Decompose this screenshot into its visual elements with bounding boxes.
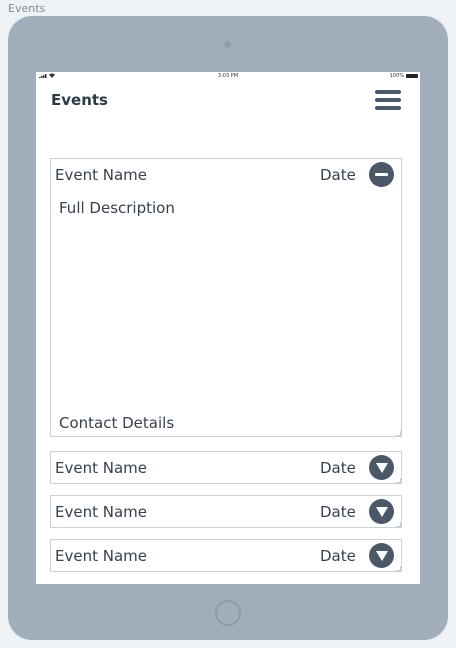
expand-button[interactable] [369,455,394,480]
menu-bar-icon [375,98,401,102]
document-label: Events [8,2,46,15]
event-details-panel: Full Description Contact Details [50,189,402,437]
resize-handle-icon [396,522,401,527]
event-date: Date [320,503,356,521]
battery-icon [406,74,418,78]
event-row-3[interactable]: Event Name Date [50,495,402,528]
battery-percent: 100% [389,73,404,79]
menu-bar-icon [375,90,401,94]
event-date: Date [320,547,356,565]
page-title: Events [51,91,108,109]
status-bar: 3:03 PM 100% [36,72,420,81]
chevron-down-circle-icon [375,463,388,473]
event-date: Date [320,166,356,184]
resize-handle-icon [396,566,401,571]
event-name: Event Name [55,459,147,477]
resize-handle-icon [396,431,401,436]
event-name: Event Name [55,547,147,565]
chevron-down-circle-icon [375,507,388,517]
event-row-2[interactable]: Event Name Date [50,451,402,484]
home-button[interactable] [215,600,241,626]
event-name: Event Name [55,503,147,521]
camera-icon [224,41,231,48]
event-row-1[interactable]: Event Name Date [50,158,402,191]
collapse-button[interactable] [369,162,394,187]
status-time: 3:03 PM [217,73,239,79]
app-screen: 3:03 PM 100% Events Event Name Date Full… [36,72,420,584]
resize-handle-icon [396,478,401,483]
battery-status: 100% [390,73,418,79]
event-date: Date [320,459,356,477]
tablet-frame: 3:03 PM 100% Events Event Name Date Full… [8,16,448,640]
expand-button[interactable] [369,543,394,568]
event-name: Event Name [55,166,147,184]
event-row-4[interactable]: Event Name Date [50,539,402,572]
event-contact-details: Contact Details [59,414,175,432]
event-full-description: Full Description [59,199,175,217]
hamburger-menu-button[interactable] [375,88,401,112]
minus-circle-icon [375,173,388,176]
expand-button[interactable] [369,499,394,524]
chevron-down-circle-icon [375,551,388,561]
menu-bar-icon [375,106,401,110]
